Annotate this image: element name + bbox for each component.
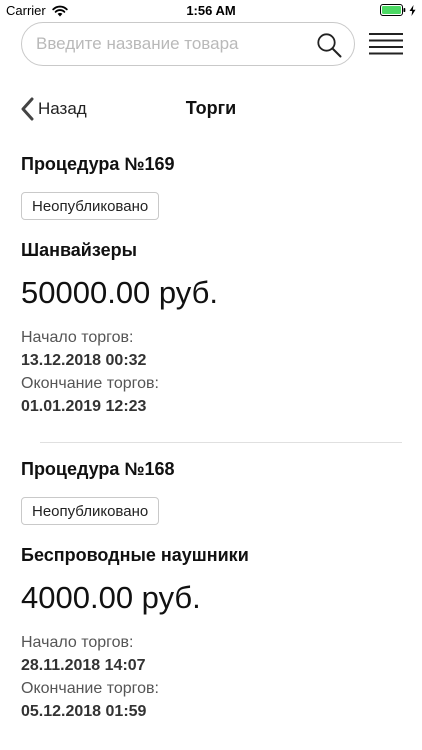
hamburger-menu-icon[interactable] — [369, 32, 403, 56]
start-value: 13.12.2018 00:32 — [21, 352, 147, 369]
search-input[interactable] — [36, 23, 306, 65]
end-value: 05.12.2018 01:59 — [21, 703, 147, 720]
status-badge: Неопубликовано — [21, 192, 160, 220]
procedure-title: Процедура №168 — [21, 459, 175, 479]
procedure-card[interactable]: Процедура №169 Неопубликовано Шанвайзеры… — [21, 152, 403, 418]
search-box[interactable] — [21, 22, 355, 66]
status-time: 1:56 AM — [186, 3, 236, 18]
status-badge: Неопубликовано — [21, 497, 160, 525]
start-label: Начало торгов: — [21, 634, 134, 651]
status-bar: Carrier 1:56 AM — [0, 0, 422, 22]
search-icon[interactable] — [316, 32, 342, 58]
battery-icon — [380, 4, 406, 16]
start-label: Начало торгов: — [21, 329, 134, 346]
status-right — [380, 4, 416, 16]
product-name: Беспроводные наушники — [21, 545, 249, 565]
start-value: 28.11.2018 14:07 — [21, 657, 146, 674]
auction-dates: Начало торгов: 28.11.2018 14:07 Окончани… — [21, 631, 403, 723]
procedure-title: Процедура №169 — [21, 154, 175, 174]
page-title: Торги — [185, 98, 237, 118]
end-label: Окончание торгов: — [21, 680, 159, 697]
price: 4000.00 руб. — [21, 580, 201, 615]
auction-dates: Начало торгов: 13.12.2018 00:32 Окончани… — [21, 326, 403, 418]
end-label: Окончание торгов: — [21, 375, 159, 392]
price: 50000.00 руб. — [21, 275, 219, 310]
charging-bolt-icon — [409, 4, 416, 16]
divider — [40, 442, 402, 443]
end-value: 01.01.2019 12:23 — [21, 398, 147, 415]
procedure-card[interactable]: Процедура №168 Неопубликовано Беспроводн… — [21, 457, 403, 723]
product-name: Шанвайзеры — [21, 240, 137, 260]
